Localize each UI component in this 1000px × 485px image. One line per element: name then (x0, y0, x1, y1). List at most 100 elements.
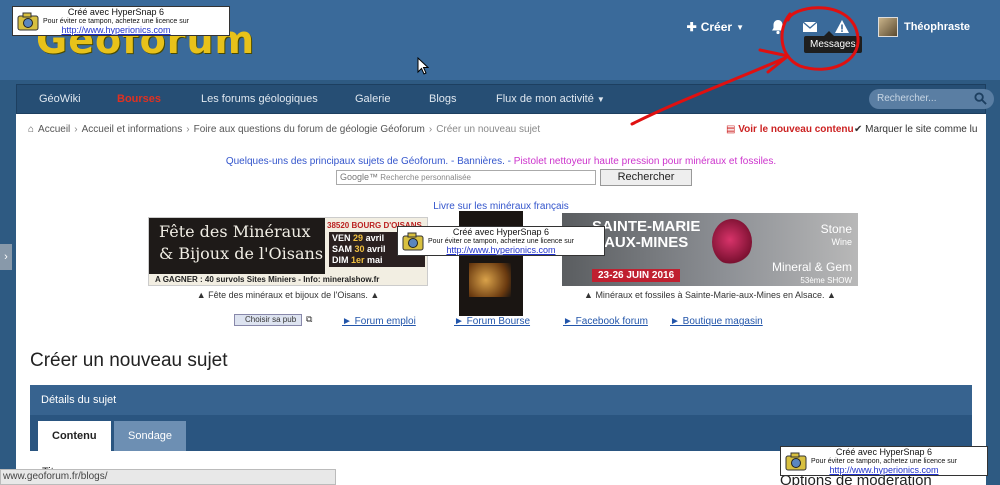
breadcrumb-item[interactable]: Accueil et informations (82, 124, 183, 135)
stamp-link: http://www.hyperionics.com (446, 244, 556, 255)
camera-icon (785, 452, 807, 471)
side-expand-tab[interactable]: › (0, 244, 12, 270)
banners-link[interactable]: Bannières. (457, 156, 505, 167)
page-title: Créer un nouveau sujet (30, 350, 228, 371)
hypersnap-stamp: Créé avec HyperSnap 6 Pour éviter ce tam… (780, 446, 988, 476)
promo-text: Quelques-uns des principaux sujets de Gé… (225, 156, 458, 167)
date-num: 29 (353, 233, 364, 243)
bell-icon[interactable] (770, 19, 786, 35)
mouse-cursor-icon (417, 57, 429, 75)
warning-icon[interactable] (834, 19, 850, 35)
banner-sm-show: 53ème SHOW (800, 276, 852, 285)
google-search-input[interactable]: Google™ Recherche personnalisée (336, 170, 596, 185)
hypersnap-stamp: Créé avec HyperSnap 6 Pour éviter ce tam… (397, 226, 605, 256)
new-content-link[interactable]: ▤ Voir le nouveau contenu (726, 124, 854, 135)
nav-tab-activity[interactable]: Flux de mon activité ▼ (482, 85, 619, 113)
breadcrumb-separator: › (428, 124, 433, 135)
hypersnap-stamp: Créé avec HyperSnap 6 Pour éviter ce tam… (12, 6, 230, 36)
promo-sep: - (504, 156, 514, 167)
date-month: avril (367, 244, 386, 254)
username[interactable]: Théophraste (904, 21, 970, 33)
banner-sm-right: Stone Wine Mineral & Gem 53ème SHOW (768, 223, 852, 287)
date-num: 1er (351, 255, 365, 265)
breadcrumb-separator: › (74, 124, 78, 135)
flag-icon: ▤ (726, 124, 736, 135)
banner-sm-stone: Stone (820, 222, 852, 236)
tab-sondage[interactable]: Sondage (114, 421, 187, 451)
banner-fete-line1: Fête des Minéraux (159, 222, 311, 241)
breadcrumb-current: Créer un nouveau sujet (436, 124, 541, 135)
stamp-line1: Créé avec HyperSnap 6 (67, 6, 164, 17)
breadcrumb-item[interactable]: Foire aux questions du forum de géologie… (194, 124, 425, 135)
link-forum-bourse[interactable]: ► Forum Bourse (454, 316, 530, 327)
breadcrumb-item[interactable]: Accueil (38, 124, 70, 135)
camera-icon (402, 232, 424, 251)
pistolet-link[interactable]: Pistolet nettoyeur haute pression pour m… (514, 156, 776, 167)
banner-sm-title2: AUX-MINES (604, 234, 689, 251)
choisir-pub-button[interactable]: Choisir sa pub (234, 314, 302, 326)
book-mineral-image (469, 263, 511, 297)
nav-tab-blogs[interactable]: Blogs (415, 85, 471, 113)
date-day: DIM (332, 255, 349, 265)
mark-read-link[interactable]: ✔ Marquer le site comme lu (854, 124, 977, 135)
banner-fete-mineraux[interactable]: Fête des Minéraux & Bijoux de l'Oisans 3… (148, 217, 428, 286)
link-forum-emploi[interactable]: ► Forum emploi (342, 316, 416, 327)
date-day: SAM (332, 244, 352, 254)
nav-tab-galerie[interactable]: Galerie (341, 85, 404, 113)
date-month: mai (367, 255, 383, 265)
banner-sm-mg: Mineral & Gem (771, 260, 852, 274)
topic-details-header: Détails du sujet (30, 385, 972, 415)
banner-fete-caption: ▲ Fête des minéraux et bijoux de l'Oisan… (196, 290, 380, 300)
main-content: ⌂ Accueil › Accueil et informations › Fo… (16, 114, 986, 485)
banner-sm-mineral-image (712, 219, 752, 265)
camera-icon (17, 12, 39, 31)
stamp-link: http://www.hyperionics.com (61, 24, 171, 35)
banner-sm-wine: Wine (831, 237, 852, 247)
nav-tab-bourses[interactable]: Bourses (103, 85, 175, 113)
google-brand: Google™ (340, 172, 379, 182)
plus-icon: ✚ (686, 20, 697, 34)
banner-sm-title1: SAINTE-MARIE (592, 218, 701, 235)
caret-down-icon: ▼ (596, 95, 605, 104)
link-facebook-forum[interactable]: ► Facebook forum (563, 316, 648, 327)
promo-line: Quelques-uns des principaux sujets de Gé… (16, 156, 986, 167)
date-num: 30 (354, 244, 365, 254)
date-day: VEN (332, 233, 351, 243)
banner-fete-line2: & Bijoux de l'Oisans (159, 244, 324, 263)
stamp-line1: Créé avec HyperSnap 6 (835, 446, 932, 457)
external-link-icon[interactable]: ⧉ (306, 314, 312, 325)
new-content-label: Voir le nouveau contenu (738, 124, 854, 135)
browser-status-bar: www.geoforum.fr/blogs/ (0, 469, 336, 485)
create-label: Créer (700, 20, 733, 34)
search-input[interactable]: Rechercher... (869, 89, 994, 109)
mark-read-label: Marquer le site comme lu (865, 124, 978, 135)
banner-sm-title: SAINTE-MARIE AUX-MINES (592, 219, 700, 251)
main-navbar: GéoWiki Bourses Les forums géologiques G… (16, 84, 994, 114)
google-placeholder: Recherche personnalisée (380, 173, 471, 182)
search-placeholder: Rechercher... (877, 93, 937, 104)
check-icon: ✔ (854, 124, 863, 135)
nav-tab-forums[interactable]: Les forums géologiques (187, 85, 332, 113)
banner-fete-title: Fête des Minéraux & Bijoux de l'Oisans (149, 218, 325, 274)
tab-contenu[interactable]: Contenu (38, 421, 111, 451)
caret-down-icon: ▼ (736, 22, 744, 32)
stamp-link: http://www.hyperionics.com (829, 464, 939, 475)
envelope-icon[interactable] (802, 19, 818, 35)
search-icon[interactable] (974, 92, 987, 105)
avatar[interactable] (877, 17, 898, 37)
link-boutique-magasin[interactable]: ► Boutique magasin (670, 316, 763, 327)
breadcrumb-separator: › (186, 124, 190, 135)
banner-sm-caption: ▲ Minéraux et fossiles à Sainte-Marie-au… (584, 290, 836, 300)
date-month: avril (365, 233, 385, 243)
create-button[interactable]: ✚ Créer ▼ (687, 20, 744, 34)
banner-sm-dates: 23-26 JUIN 2016 (592, 269, 681, 282)
banner-fete-agagner: A GAGNER : 40 survols Sites Miniers - In… (155, 275, 380, 284)
banner-sainte-marie[interactable]: SAINTE-MARIE AUX-MINES 23-26 JUIN 2016 S… (562, 213, 858, 286)
breadcrumb: ⌂ Accueil › Accueil et informations › Fo… (28, 124, 540, 135)
messages-tooltip: Messages (804, 31, 862, 53)
activity-label: Flux de mon activité (496, 93, 594, 105)
google-search-button[interactable]: Rechercher (600, 169, 692, 186)
nav-tab-geowiki[interactable]: GéoWiki (25, 85, 95, 113)
stamp-line1: Créé avec HyperSnap 6 (452, 226, 549, 237)
home-icon: ⌂ (28, 124, 35, 135)
